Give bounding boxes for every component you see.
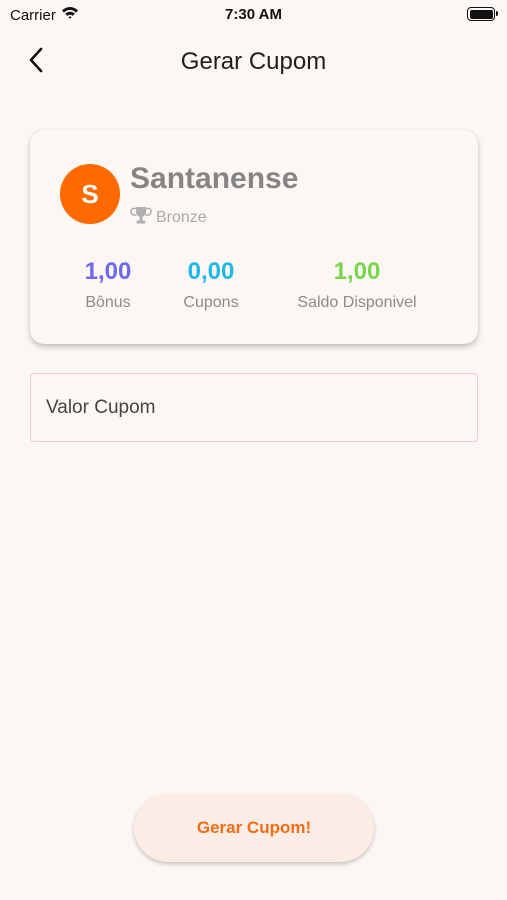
stat-label-bonus: Bônus: [85, 294, 131, 311]
status-time: 7:30 AM: [225, 6, 282, 23]
stat-available-balance: 1,00 Saldo Disponivel: [278, 258, 436, 312]
stat-value-bonus: 1,00: [84, 258, 132, 285]
stat-bonus: 1,00 Bônus: [68, 258, 148, 312]
stat-label-balance: Saldo Disponivel: [297, 294, 417, 311]
battery-icon: [467, 7, 498, 21]
rank-label: Bronze: [156, 208, 207, 226]
rank-badge: Bronze: [130, 204, 207, 231]
stat-coupons: 0,00 Cupons: [166, 258, 256, 312]
avatar: S: [60, 164, 120, 224]
status-bar: Carrier 7:30 AM: [0, 0, 507, 30]
profile-card: S Santanense Bronze 1,00 Bônus 0,00 Cupo…: [30, 130, 478, 344]
generate-coupon-button[interactable]: Gerar Cupom!: [134, 794, 374, 862]
stat-value-balance: 1,00: [333, 258, 381, 285]
trophy-icon: [130, 204, 152, 231]
page-title: Gerar Cupom: [180, 48, 327, 75]
store-name: Santanense: [130, 162, 299, 195]
coupon-value-input[interactable]: [30, 373, 478, 442]
navigation-bar: Gerar Cupom: [0, 38, 507, 84]
stat-value-coupons: 0,00: [187, 258, 235, 285]
stat-label-coupons: Cupons: [183, 294, 239, 311]
